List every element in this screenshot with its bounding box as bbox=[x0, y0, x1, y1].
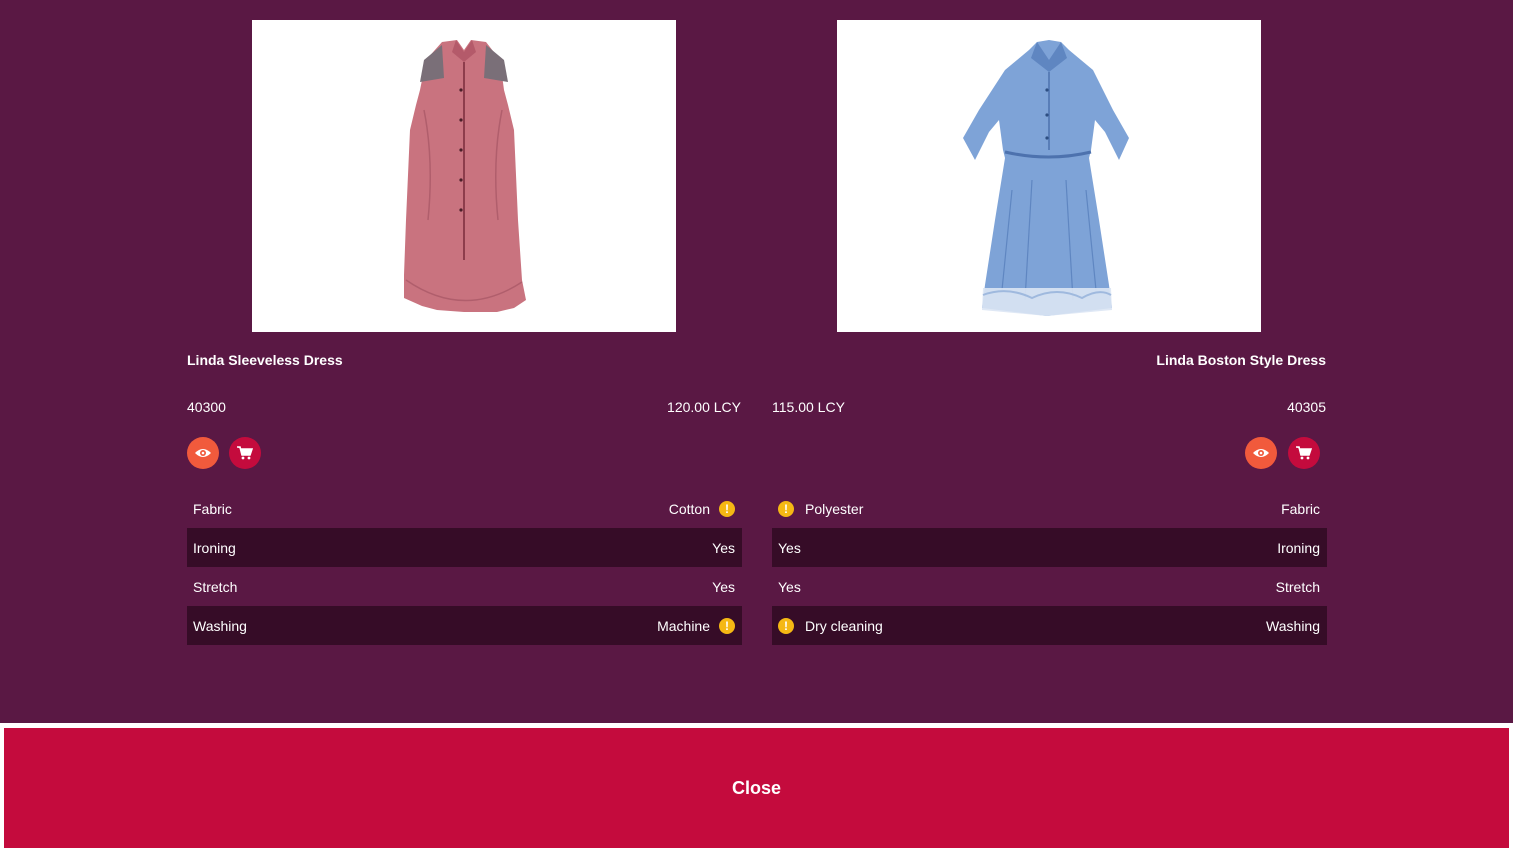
spec-label: Fabric bbox=[1281, 500, 1320, 517]
add-to-cart-button-left[interactable] bbox=[229, 437, 261, 469]
spec-label: Washing bbox=[193, 617, 247, 634]
product-price-right: 115.00 LCY bbox=[772, 399, 845, 415]
blue-shirt-dress-image bbox=[963, 40, 1129, 316]
spec-label: Fabric bbox=[193, 500, 232, 517]
spec-row-fabric: ! Polyester Fabric bbox=[772, 489, 1327, 528]
product-price-left: 120.00 LCY bbox=[667, 399, 741, 415]
spec-row-ironing: Ironing Yes bbox=[187, 528, 742, 567]
spec-value: Polyester bbox=[805, 500, 864, 517]
spec-label: Washing bbox=[1266, 617, 1320, 634]
spec-label: Stretch bbox=[193, 578, 238, 595]
product-image-right bbox=[837, 20, 1261, 332]
spec-value: Dry cleaning bbox=[805, 617, 883, 634]
spec-value: Cotton bbox=[668, 500, 710, 517]
spec-table-left: Fabric Cotton! Ironing Yes Stretch Yes W… bbox=[187, 489, 742, 645]
spec-row-fabric: Fabric Cotton! bbox=[187, 489, 742, 528]
spec-row-stretch: Yes Stretch bbox=[772, 567, 1327, 606]
exclamation-icon[interactable]: ! bbox=[778, 617, 794, 634]
pink-sleeveless-dress-image bbox=[404, 40, 526, 312]
product-number-left: 40300 bbox=[187, 399, 226, 415]
product-number-right: 40305 bbox=[1287, 399, 1326, 415]
exclamation-icon[interactable]: ! bbox=[719, 617, 735, 634]
footer-bar: Close bbox=[0, 723, 1513, 852]
spec-row-stretch: Stretch Yes bbox=[187, 567, 742, 606]
view-button-right[interactable] bbox=[1245, 437, 1277, 469]
cart-icon bbox=[237, 446, 253, 460]
spec-label: Ironing bbox=[193, 539, 236, 556]
spec-value: Yes bbox=[712, 539, 735, 556]
product-name-right: Linda Boston Style Dress bbox=[1156, 352, 1326, 368]
spec-label: Ironing bbox=[1277, 539, 1320, 556]
spec-row-washing: Washing Machine! bbox=[187, 606, 742, 645]
close-button[interactable]: Close bbox=[4, 728, 1509, 848]
exclamation-icon[interactable]: ! bbox=[778, 500, 794, 517]
view-button-left[interactable] bbox=[187, 437, 219, 469]
spec-label: Stretch bbox=[1275, 578, 1320, 595]
cart-icon bbox=[1296, 446, 1312, 460]
exclamation-icon[interactable]: ! bbox=[719, 500, 735, 517]
add-to-cart-button-right[interactable] bbox=[1288, 437, 1320, 469]
spec-row-washing: ! Dry cleaning Washing bbox=[772, 606, 1327, 645]
product-name-left: Linda Sleeveless Dress bbox=[187, 352, 343, 368]
eye-icon bbox=[195, 449, 211, 457]
spec-row-ironing: Yes Ironing bbox=[772, 528, 1327, 567]
spec-table-right: ! Polyester Fabric Yes Ironing Yes Stretc… bbox=[772, 489, 1327, 645]
spec-value: Machine bbox=[657, 617, 710, 634]
product-image-left bbox=[252, 20, 676, 332]
spec-value: Yes bbox=[778, 578, 801, 595]
spec-value: Yes bbox=[712, 578, 735, 595]
eye-icon bbox=[1253, 449, 1269, 457]
spec-value: Yes bbox=[778, 539, 801, 556]
